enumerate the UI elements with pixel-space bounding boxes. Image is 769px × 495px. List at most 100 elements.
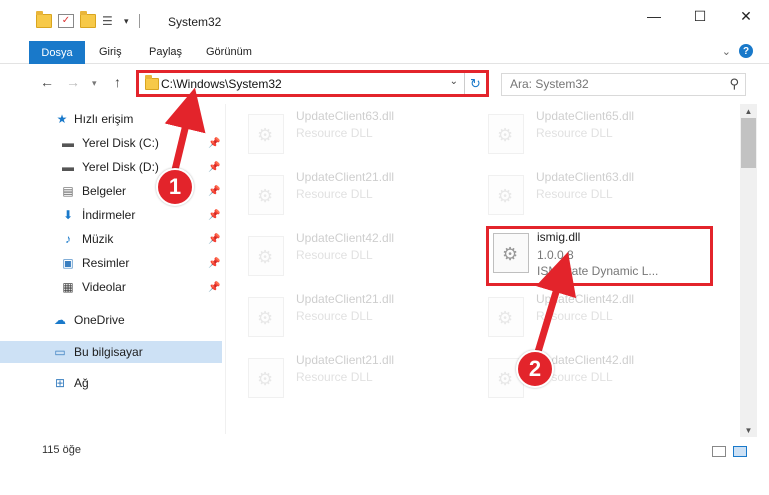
address-text[interactable]: C:\Windows\System32 (161, 77, 282, 91)
file-name: UpdateClient42.dll (296, 231, 395, 245)
status-bar: 115 öğe (0, 437, 769, 465)
file-item[interactable]: UpdateClient42.dll Resource DLL (466, 287, 696, 339)
dll-file-icon (248, 175, 284, 215)
sidebar-item-label: Bu bilgisayar (74, 345, 143, 359)
recent-locations-icon[interactable]: ▾ (92, 78, 97, 89)
file-description: Resource DLL (536, 187, 613, 201)
computer-icon: ▭ (54, 345, 66, 359)
back-icon[interactable]: ← (40, 74, 54, 90)
large-icons-view-icon[interactable] (733, 446, 747, 457)
pin-icon: 📌 (208, 233, 221, 245)
file-description: Resource DLL (536, 309, 613, 323)
cloud-icon: ☁ (54, 313, 66, 327)
star-icon: ★ (56, 112, 68, 126)
file-name: UpdateClient21.dll (296, 292, 395, 306)
forward-icon[interactable]: → (66, 74, 80, 90)
search-input[interactable] (502, 74, 722, 94)
search-box[interactable]: ⚲ (501, 73, 746, 96)
address-dropdown-icon[interactable]: ⌄ (450, 76, 458, 87)
customize-list-icon[interactable]: ☰ (102, 14, 118, 28)
sidebar-item-pictures[interactable]: ▣ Resimler 📌 (0, 252, 222, 274)
pictures-icon: ▣ (62, 256, 74, 270)
sidebar-item-this-pc[interactable]: ▭ Bu bilgisayar (0, 341, 222, 363)
file-name: UpdateClient63.dll (536, 170, 635, 184)
new-folder-icon[interactable] (80, 11, 96, 28)
file-name: UpdateClient21.dll (296, 170, 395, 184)
dll-file-icon (488, 114, 524, 154)
qat-dropdown-icon[interactable]: ▾ (124, 16, 129, 27)
sidebar-item-quick-access[interactable]: ★ Hızlı erişim (0, 108, 222, 130)
expand-ribbon-icon[interactable]: ⌄ (722, 45, 731, 58)
sidebar-item-label: Belgeler (82, 184, 127, 198)
tab-view[interactable]: Görünüm (206, 46, 252, 58)
file-item[interactable]: UpdateClient42.dll Resource DLL (466, 348, 696, 400)
tab-share[interactable]: Paylaş (149, 46, 182, 58)
sidebar-item-label: Ağ (74, 376, 89, 390)
properties-check-icon[interactable]: ✓ (58, 14, 74, 28)
dll-file-icon (248, 114, 284, 154)
file-description: Resource DLL (296, 248, 373, 262)
sidebar-item-onedrive[interactable]: ☁ OneDrive (0, 309, 222, 331)
file-item-ismig[interactable]: ismig.dll 1.0.0.8 ISMigrate Dynamic L... (486, 226, 713, 286)
music-icon: ♪ (65, 232, 71, 246)
step-1-badge: 1 (156, 168, 194, 206)
tab-file[interactable]: Dosya (29, 41, 85, 64)
title-bar: ✓ ☰ ▾ System32 — ☐ ✕ (0, 0, 769, 40)
sidebar-item-network[interactable]: ⊞ Ağ (0, 372, 222, 394)
file-description: ISMigrate Dynamic L... (537, 264, 659, 278)
quick-access-toolbar: ✓ ☰ ▾ (36, 11, 140, 28)
sidebar-item-label: Resimler (82, 256, 130, 270)
scroll-up-icon[interactable]: ▲ (740, 104, 757, 118)
file-item[interactable]: UpdateClient42.dll Resource DLL (226, 226, 456, 278)
up-icon[interactable]: ↑ (114, 74, 121, 90)
pin-icon: 📌 (208, 257, 221, 269)
ribbon-right-controls: ⌄ ? (722, 44, 753, 58)
window-title: System32 (168, 15, 222, 29)
file-name: UpdateClient63.dll (296, 109, 395, 123)
details-view-icon[interactable] (712, 446, 726, 457)
sidebar-item-local-disk-c[interactable]: ▬ Yerel Disk (C:) 📌 (0, 132, 222, 154)
refresh-icon[interactable]: ↻ (464, 73, 486, 94)
scrollbar-thumb[interactable] (741, 118, 756, 168)
file-description: Resource DLL (296, 309, 373, 323)
file-item[interactable]: UpdateClient63.dll Resource DLL (226, 104, 456, 156)
bottom-area (0, 465, 769, 495)
sidebar-item-downloads[interactable]: ⬇ İndirmeler 📌 (0, 204, 222, 226)
file-description: Resource DLL (296, 370, 373, 384)
window-controls: — ☐ ✕ (631, 0, 769, 32)
sidebar-item-videos[interactable]: ▦ Videolar 📌 (0, 276, 222, 298)
search-icon[interactable]: ⚲ (729, 76, 739, 92)
video-icon: ▦ (62, 280, 74, 294)
file-description: Resource DLL (296, 187, 373, 201)
file-name: ismig.dll (537, 230, 581, 244)
file-name: UpdateClient21.dll (296, 353, 395, 367)
folder-icon[interactable] (36, 11, 52, 28)
maximize-button[interactable]: ☐ (677, 0, 723, 32)
sidebar-item-music[interactable]: ♪ Müzik 📌 (0, 228, 222, 250)
sidebar-item-label: Yerel Disk (C:) (82, 136, 159, 150)
pin-icon: 📌 (208, 185, 221, 197)
download-icon: ⬇ (62, 208, 74, 222)
minimize-button[interactable]: — (631, 0, 677, 32)
vertical-scrollbar[interactable]: ▲ ▼ (740, 104, 757, 437)
tab-home[interactable]: Giriş (99, 46, 122, 58)
help-icon[interactable]: ? (739, 44, 753, 58)
sidebar-item-label: Videolar (82, 280, 126, 294)
file-item[interactable]: UpdateClient21.dll Resource DLL (226, 165, 456, 217)
pin-icon: 📌 (208, 209, 221, 221)
navigation-pane: ★ Hızlı erişim ▬ Yerel Disk (C:) 📌 ▬ Yer… (0, 104, 222, 434)
file-item[interactable]: UpdateClient21.dll Resource DLL (226, 348, 456, 400)
sidebar-item-label: Hızlı erişim (74, 112, 134, 126)
sidebar-item-label: Müzik (82, 232, 114, 246)
file-item[interactable]: UpdateClient21.dll Resource DLL (226, 287, 456, 339)
file-item[interactable]: UpdateClient65.dll Resource DLL (466, 104, 696, 156)
file-description: Resource DLL (296, 126, 373, 140)
address-bar[interactable]: C:\Windows\System32 ⌄ ↻ (136, 70, 489, 97)
file-name: UpdateClient65.dll (536, 109, 635, 123)
scroll-down-icon[interactable]: ▼ (740, 423, 757, 437)
close-button[interactable]: ✕ (723, 0, 769, 32)
file-item[interactable]: UpdateClient63.dll Resource DLL (466, 165, 696, 217)
document-icon: ▤ (62, 184, 74, 198)
dll-file-icon (248, 297, 284, 337)
step-2-badge: 2 (516, 350, 554, 388)
